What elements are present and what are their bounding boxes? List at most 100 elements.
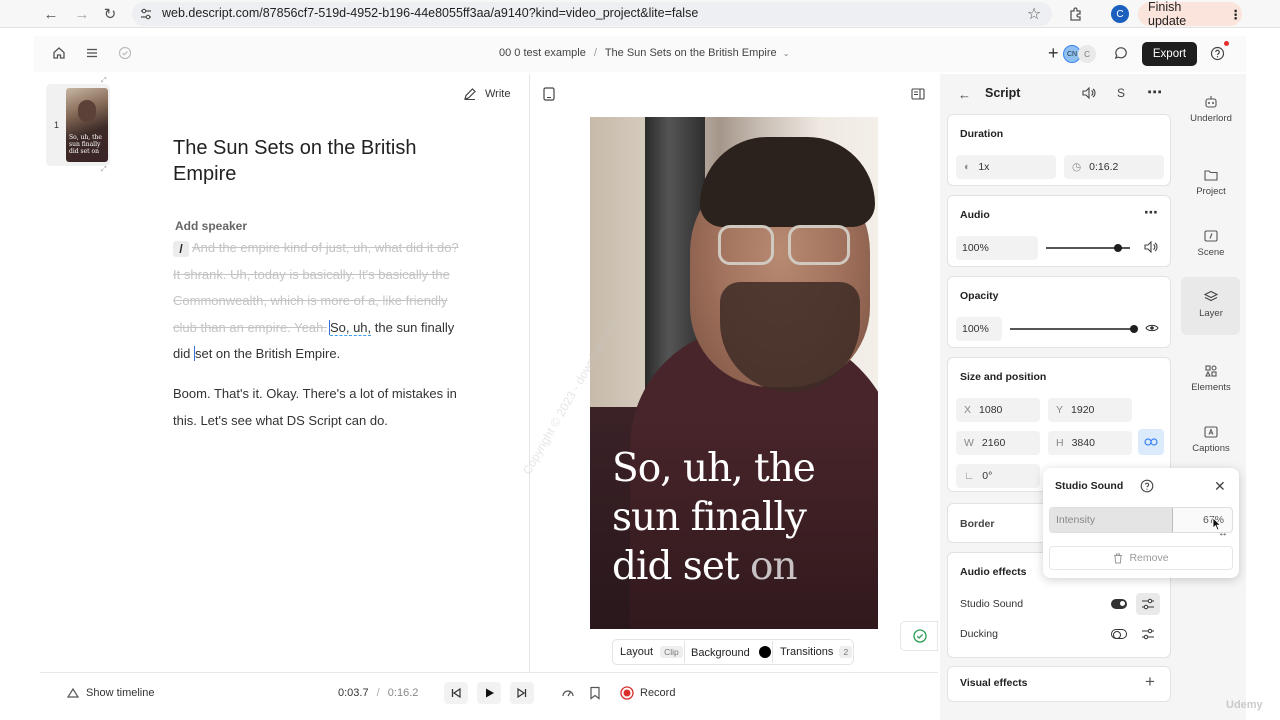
- write-label[interactable]: Write: [485, 88, 510, 100]
- add-collaborator-icon[interactable]: +: [1048, 44, 1064, 62]
- reload-icon[interactable]: ↻: [100, 4, 120, 24]
- lock-aspect-button[interactable]: [1138, 429, 1164, 455]
- close-icon[interactable]: ✕: [1214, 478, 1226, 495]
- sidebar-item-scene[interactable]: Scene: [1183, 229, 1239, 258]
- bookmark-star-icon[interactable]: ☆: [1024, 4, 1044, 24]
- rotation-value: 0°: [982, 470, 993, 482]
- sidebar-item-label: Captions: [1192, 443, 1230, 454]
- y-field[interactable]: Y 1920: [1048, 398, 1132, 422]
- ducking-settings-icon[interactable]: [1141, 628, 1155, 640]
- speaker-icon[interactable]: [1144, 241, 1158, 253]
- skip-back-button[interactable]: [444, 682, 468, 704]
- script-paragraph[interactable]: Boom. That's it. Okay. There's a lot of …: [173, 381, 493, 434]
- aspect-ratio-icon[interactable]: [543, 87, 555, 101]
- menu-icon[interactable]: [85, 46, 99, 60]
- scene-thumbnail[interactable]: So, uh, the sun finally did set on: [66, 88, 108, 162]
- breadcrumb-document[interactable]: The Sun Sets on the British Empire: [605, 47, 777, 59]
- document-title-line: The Sun Sets on the British: [173, 137, 417, 159]
- opacity-title: Opacity: [960, 290, 999, 302]
- script-text: the sun finally: [371, 319, 455, 335]
- remove-button[interactable]: Remove: [1049, 546, 1233, 570]
- play-button[interactable]: [477, 682, 501, 704]
- speed-gauge-icon[interactable]: [561, 686, 575, 700]
- browser-toolbar: ← → ↻ web.descript.com/87856cf7-519d-495…: [0, 0, 1280, 28]
- more-options-icon[interactable]: ⋯: [1147, 83, 1163, 101]
- url-text[interactable]: web.descript.com/87856cf7-519d-4952-b196…: [162, 6, 698, 20]
- volume-slider-knob[interactable]: [1114, 244, 1123, 252]
- eye-icon[interactable]: [1145, 323, 1159, 333]
- add-effect-icon[interactable]: +: [1145, 672, 1155, 692]
- extensions-icon[interactable]: [1068, 6, 1084, 22]
- add-speaker-button[interactable]: Add speaker: [175, 219, 247, 233]
- filler-word[interactable]: So, uh,: [329, 319, 372, 336]
- back-arrow-icon[interactable]: ←: [41, 4, 61, 24]
- home-icon[interactable]: [52, 46, 66, 60]
- sidebar-item-project[interactable]: Project: [1183, 168, 1239, 197]
- opacity-field[interactable]: 100%: [956, 317, 1002, 341]
- speaker-icon[interactable]: [1082, 87, 1096, 99]
- panel-toggle-icon[interactable]: [911, 87, 925, 101]
- script-text: did: [173, 346, 194, 361]
- speed-field[interactable]: ◐ 1x: [956, 155, 1056, 179]
- scene-icon: [1204, 230, 1218, 242]
- background-button[interactable]: Background: [691, 646, 771, 659]
- scene-resize-icon[interactable]: ⤢: [101, 77, 107, 85]
- duration-field[interactable]: ◷ 0:16.2: [1064, 155, 1164, 179]
- time-display: 0:03.7 / 0:16.2: [338, 687, 418, 699]
- width-field[interactable]: W 2160: [956, 431, 1040, 455]
- sidebar-item-label: Elements: [1191, 382, 1231, 393]
- sidebar-item-underlord[interactable]: Underlord: [1183, 95, 1239, 124]
- transitions-label: Transitions: [780, 646, 834, 658]
- ducking-toggle[interactable]: [1111, 629, 1127, 639]
- video-caption[interactable]: So, uh, the sun finally did set on: [612, 444, 852, 591]
- height-field[interactable]: H 3840: [1048, 431, 1132, 455]
- transitions-button[interactable]: Transitions 2: [780, 646, 853, 658]
- timeline-icon[interactable]: [67, 687, 79, 699]
- site-settings-icon[interactable]: [140, 8, 152, 20]
- duration-title: Duration: [960, 128, 1004, 140]
- total-time: 0:16.2: [387, 687, 419, 699]
- more-options-icon[interactable]: ⋯: [1144, 204, 1158, 221]
- visual-effects-card[interactable]: Visual effects +: [947, 666, 1171, 702]
- opacity-slider[interactable]: [1010, 328, 1134, 330]
- sidebar-item-captions[interactable]: Captions: [1183, 425, 1239, 454]
- sidebar-item-layer[interactable]: Layer: [1183, 290, 1239, 319]
- thumbnail-caption: So, uh, the sun finally did set on: [69, 134, 102, 155]
- skip-forward-button[interactable]: [510, 682, 534, 704]
- show-timeline-button[interactable]: Show timeline: [86, 687, 154, 699]
- breadcrumb-project[interactable]: 00 0 test example: [499, 47, 586, 59]
- opacity-slider-knob[interactable]: [1130, 325, 1138, 333]
- bookmark-icon[interactable]: [589, 686, 601, 700]
- studio-sound-settings-button[interactable]: [1136, 593, 1160, 615]
- script-paragraph[interactable]: And the empire kind of just, uh, what di…: [173, 235, 493, 368]
- rotation-field[interactable]: ∟ 0°: [956, 464, 1040, 488]
- scene-resize-icon[interactable]: ⤢: [101, 166, 107, 174]
- profile-avatar[interactable]: C: [1111, 5, 1129, 23]
- folder-icon: [1204, 170, 1218, 181]
- x-field[interactable]: X 1080: [956, 398, 1040, 422]
- layout-button[interactable]: Layout Clip: [620, 646, 683, 658]
- s-button[interactable]: S: [1117, 86, 1125, 100]
- record-button[interactable]: Record: [640, 687, 675, 699]
- struck-text: And the empire kind of just, uh, what di…: [192, 240, 459, 255]
- background-color-swatch: [758, 646, 771, 658]
- chevron-down-icon[interactable]: ⌄: [783, 49, 790, 58]
- caption-line: So, uh, the: [612, 446, 816, 491]
- finish-update-button[interactable]: Finish update ⋮: [1138, 0, 1242, 28]
- sidebar-item-elements[interactable]: Elements: [1183, 364, 1239, 393]
- comment-icon[interactable]: [1114, 46, 1128, 60]
- record-icon[interactable]: [620, 686, 634, 700]
- help-icon[interactable]: [1140, 479, 1154, 493]
- studio-sound-label: Studio Sound: [960, 598, 1024, 610]
- export-button[interactable]: Export: [1142, 42, 1197, 66]
- studio-sound-toggle[interactable]: [1111, 599, 1127, 609]
- collaborator-avatar[interactable]: C: [1078, 45, 1096, 63]
- back-arrow-icon[interactable]: ←: [958, 87, 971, 102]
- intensity-slider[interactable]: Intensity 67%: [1049, 507, 1233, 533]
- properties-title: Script: [985, 86, 1021, 100]
- document-title[interactable]: The Sun Sets on the British Empire: [173, 135, 416, 187]
- volume-field[interactable]: 100%: [956, 236, 1038, 260]
- help-icon[interactable]: [1210, 46, 1225, 61]
- forward-arrow-icon[interactable]: →: [72, 4, 92, 24]
- pen-icon[interactable]: [463, 87, 477, 101]
